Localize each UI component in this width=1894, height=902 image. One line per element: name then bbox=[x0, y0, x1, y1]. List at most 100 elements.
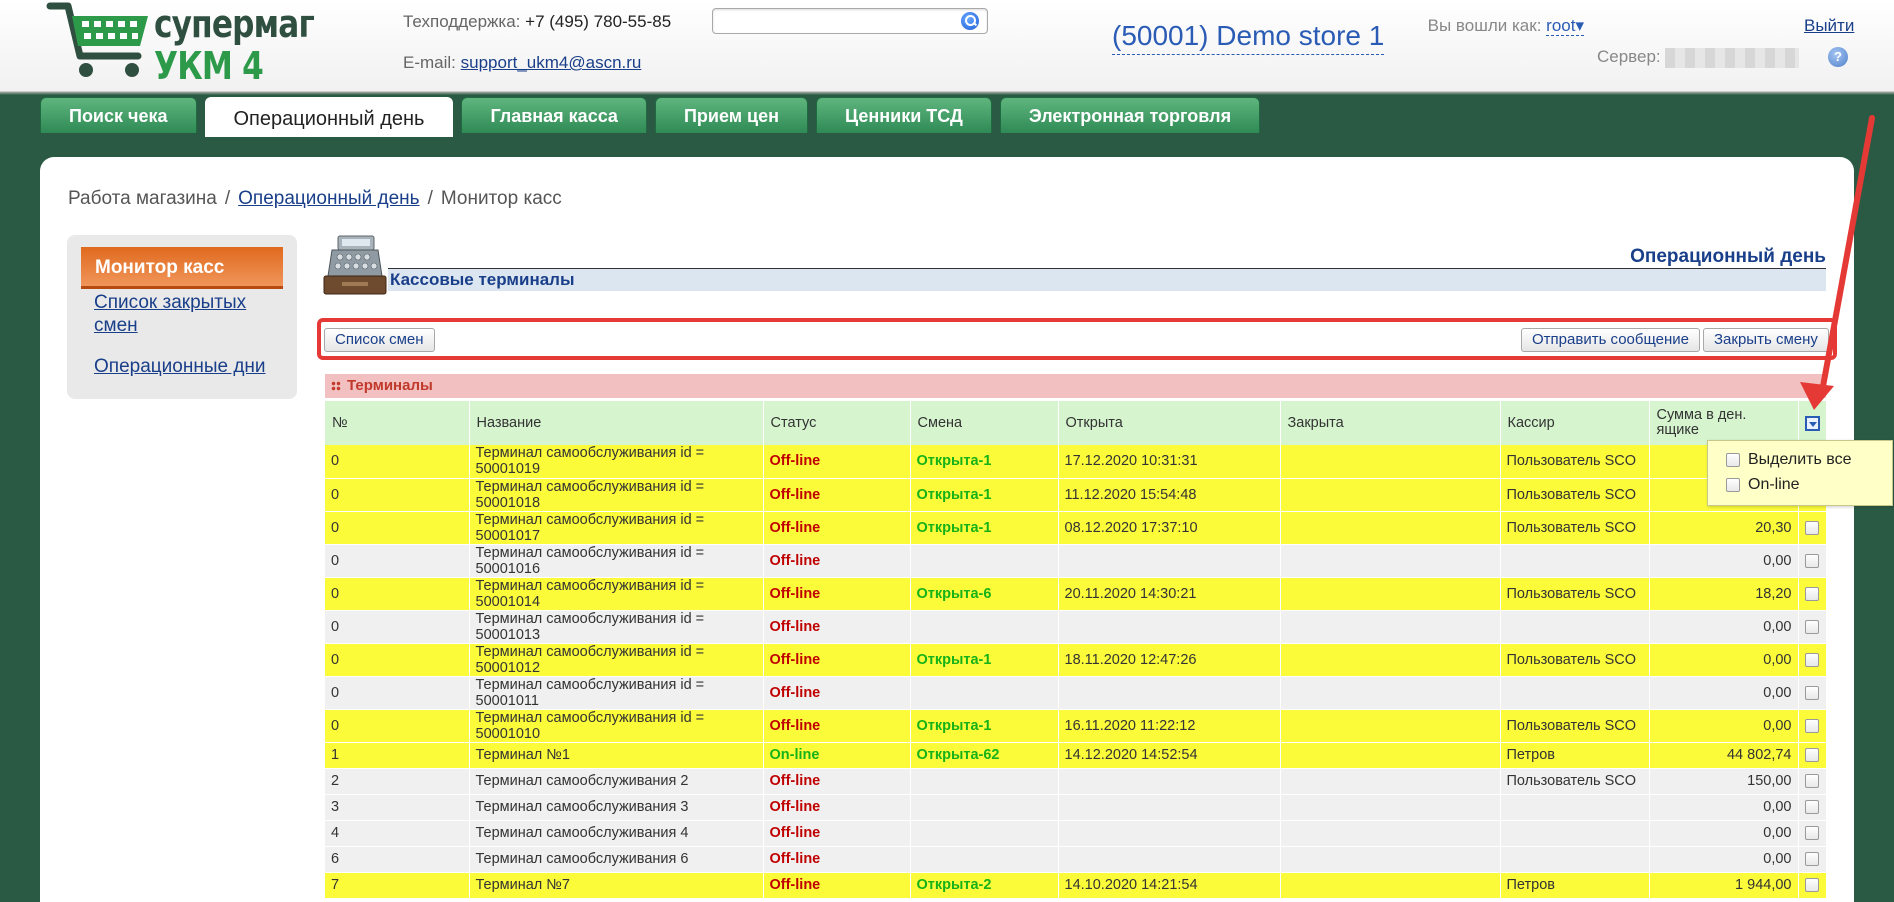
cell-number: 3 bbox=[325, 794, 470, 821]
search-icon[interactable] bbox=[961, 12, 979, 30]
table-row[interactable]: 3 Терминал самообслуживания 3 Off-line 0,00 bbox=[325, 794, 1827, 821]
column-header-name[interactable]: Название bbox=[469, 401, 764, 445]
cell-closed bbox=[1280, 577, 1501, 611]
cell-cashier: Пользователь SCO bbox=[1500, 768, 1650, 795]
column-header-drawer-sum[interactable]: Сумма в ден. ящике bbox=[1649, 401, 1799, 445]
table-row[interactable]: 6 Терминал самообслуживания 6 Off-line 0,00 bbox=[325, 846, 1827, 873]
cell-opened bbox=[1058, 768, 1281, 795]
row-checkbox[interactable] bbox=[1805, 520, 1819, 535]
row-select-cell bbox=[1798, 709, 1827, 743]
cell-opened bbox=[1058, 794, 1281, 821]
row-checkbox[interactable] bbox=[1805, 619, 1819, 634]
table-row[interactable]: 0 Терминал самообслуживания id = 50001010… bbox=[325, 709, 1827, 743]
row-checkbox[interactable] bbox=[1805, 718, 1819, 733]
cell-cashier: Пользователь SCO bbox=[1500, 511, 1650, 545]
cell-number: 1 bbox=[325, 742, 470, 769]
sidebar-item-operational-days[interactable]: Операционные дни bbox=[94, 355, 266, 378]
row-checkbox[interactable] bbox=[1805, 748, 1819, 763]
column-header-opened[interactable]: Открыта bbox=[1058, 401, 1281, 445]
cell-status: Off-line bbox=[763, 544, 911, 578]
terminals-table: № Название Статус Смена Открыта Закрыта … bbox=[325, 401, 1827, 899]
online-option[interactable]: On-line bbox=[1726, 476, 1800, 494]
column-header-number[interactable]: № bbox=[325, 401, 470, 445]
sidebar: Монитор касс Список закрытых смен Операц… bbox=[67, 235, 297, 399]
online-checkbox[interactable] bbox=[1726, 477, 1740, 492]
row-checkbox[interactable] bbox=[1805, 685, 1819, 700]
cell-closed bbox=[1280, 820, 1501, 847]
table-row[interactable]: 0 Терминал самообслуживания id = 50001018… bbox=[325, 478, 1827, 512]
tab-price-tags-tsd[interactable]: Ценники ТСД bbox=[816, 97, 992, 133]
terminals-panel-header[interactable]: Терминалы bbox=[325, 374, 1826, 398]
email-label: E-mail: bbox=[403, 53, 456, 72]
table-row[interactable]: 7 Терминал №7 Off-line Открыта-2 14.10.2020 … bbox=[325, 872, 1827, 899]
store-selector[interactable]: (50001) Demo store 1 bbox=[1112, 20, 1385, 55]
search-input[interactable] bbox=[712, 8, 988, 34]
column-header-shift[interactable]: Смена bbox=[910, 401, 1059, 445]
tab-operational-day[interactable]: Операционный день bbox=[204, 97, 454, 137]
cell-shift: Открыта-62 bbox=[910, 742, 1059, 769]
select-all-checkbox[interactable] bbox=[1726, 452, 1740, 467]
cell-opened: 18.11.2020 12:47:26 bbox=[1058, 643, 1281, 677]
table-row[interactable]: 0 Терминал самообслуживания id = 50001016… bbox=[325, 544, 1827, 578]
row-checkbox[interactable] bbox=[1805, 652, 1819, 667]
tab-main-cash[interactable]: Главная касса bbox=[461, 97, 647, 133]
cell-status: Off-line bbox=[763, 846, 911, 873]
row-checkbox[interactable] bbox=[1805, 800, 1819, 815]
cell-opened: 17.12.2020 10:31:31 bbox=[1058, 445, 1281, 479]
cell-closed bbox=[1280, 846, 1501, 873]
supermag-logo[interactable]: супермаг УКМ 4 bbox=[46, 0, 315, 88]
cell-drawer-sum: 44 802,74 bbox=[1649, 742, 1799, 769]
row-select-cell bbox=[1798, 768, 1827, 795]
column-header-closed[interactable]: Закрыта bbox=[1280, 401, 1501, 445]
table-row[interactable]: 4 Терминал самообслуживания 4 Off-line 0,00 bbox=[325, 820, 1827, 847]
column-header-status[interactable]: Статус bbox=[763, 401, 911, 445]
column-header-cashier[interactable]: Кассир bbox=[1500, 401, 1650, 445]
select-dropdown-icon[interactable] bbox=[1804, 415, 1820, 431]
shift-list-button[interactable]: Список смен bbox=[324, 328, 435, 352]
table-row[interactable]: 1 Терминал №1 On-line Открыта-62 14.12.2020 … bbox=[325, 742, 1827, 769]
cell-number: 0 bbox=[325, 445, 470, 479]
table-row[interactable]: 0 Терминал самообслуживания id = 50001019… bbox=[325, 445, 1827, 479]
cell-closed bbox=[1280, 768, 1501, 795]
breadcrumb-operational-day[interactable]: Операционный день bbox=[238, 188, 419, 209]
cell-cashier bbox=[1500, 820, 1650, 847]
cell-status: Off-line bbox=[763, 768, 911, 795]
table-row[interactable]: 0 Терминал самообслуживания id = 50001014… bbox=[325, 577, 1827, 611]
table-row[interactable]: 0 Терминал самообслуживания id = 50001011… bbox=[325, 676, 1827, 710]
row-checkbox[interactable] bbox=[1805, 852, 1819, 867]
row-checkbox[interactable] bbox=[1805, 586, 1819, 601]
tab-e-commerce[interactable]: Электронная торговля bbox=[999, 97, 1261, 133]
row-checkbox[interactable] bbox=[1805, 826, 1819, 841]
sidebar-item-cash-monitor[interactable]: Монитор касс bbox=[81, 247, 283, 289]
table-row[interactable]: 0 Терминал самообслуживания id = 50001013… bbox=[325, 610, 1827, 644]
row-select-cell bbox=[1798, 872, 1827, 899]
cell-cashier bbox=[1500, 676, 1650, 710]
row-select-cell bbox=[1798, 846, 1827, 873]
row-checkbox[interactable] bbox=[1805, 553, 1819, 568]
logo-subtext: УКМ 4 bbox=[154, 44, 264, 88]
cell-number: 0 bbox=[325, 643, 470, 677]
table-row[interactable]: 2 Терминал самообслуживания 2 Off-line Поль… bbox=[325, 768, 1827, 795]
cell-closed bbox=[1280, 511, 1501, 545]
cell-cashier: Петров bbox=[1500, 742, 1650, 769]
table-row[interactable]: 0 Терминал самообслуживания id = 50001012… bbox=[325, 643, 1827, 677]
cell-opened: 08.12.2020 17:37:10 bbox=[1058, 511, 1281, 545]
row-checkbox[interactable] bbox=[1805, 878, 1819, 893]
terminals-title: Терминалы bbox=[347, 377, 433, 394]
cell-number: 2 bbox=[325, 768, 470, 795]
send-message-button[interactable]: Отправить сообщение bbox=[1521, 328, 1701, 352]
logout-link[interactable]: Выйти bbox=[1804, 16, 1854, 36]
close-shift-button[interactable]: Закрыть смену bbox=[1703, 328, 1829, 352]
select-all-option[interactable]: Выделить все bbox=[1726, 451, 1851, 469]
tab-receipt-search[interactable]: Поиск чека bbox=[40, 97, 197, 133]
sidebar-item-closed-shifts[interactable]: Список закрытых смен bbox=[94, 291, 274, 337]
row-checkbox[interactable] bbox=[1805, 774, 1819, 789]
tab-price-receive[interactable]: Прием цен bbox=[654, 97, 808, 133]
help-icon[interactable]: ? bbox=[1828, 47, 1848, 67]
cell-drawer-sum: 150,00 bbox=[1649, 768, 1799, 795]
cell-cashier: Пользователь SCO bbox=[1500, 643, 1650, 677]
table-row[interactable]: 0 Терминал самообслуживания id = 50001017… bbox=[325, 511, 1827, 545]
cell-cashier bbox=[1500, 544, 1650, 578]
support-email-link[interactable]: support_ukm4@ascn.ru bbox=[461, 53, 642, 72]
user-menu[interactable]: root▾ bbox=[1546, 16, 1584, 36]
